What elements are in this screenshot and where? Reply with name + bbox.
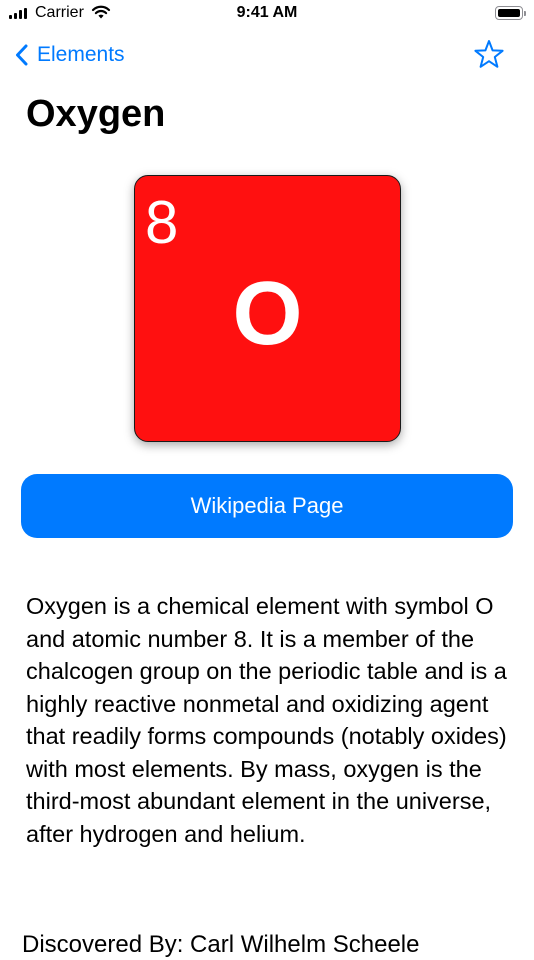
- status-time: 9:41 AM: [236, 4, 298, 21]
- element-tile: 8 O: [134, 175, 401, 442]
- atomic-number: 8: [145, 189, 179, 256]
- discovered-by: Discovered By: Carl Wilhelm Scheele: [22, 931, 420, 958]
- element-summary: Oxygen is a chemical element with symbol…: [26, 593, 507, 847]
- element-symbol: O: [232, 264, 303, 364]
- back-button-label: Elements: [37, 43, 125, 66]
- star-outline-icon: [474, 40, 504, 68]
- status-bar: Carrier 9:41 AM: [0, 0, 534, 28]
- wikipedia-button[interactable]: Wikipedia Page: [21, 474, 513, 538]
- back-button[interactable]: Elements: [15, 38, 125, 72]
- favorite-button[interactable]: [472, 38, 506, 72]
- page-title: Oxygen: [26, 93, 166, 135]
- chevron-left-icon: [16, 44, 28, 66]
- battery-icon: [495, 6, 526, 20]
